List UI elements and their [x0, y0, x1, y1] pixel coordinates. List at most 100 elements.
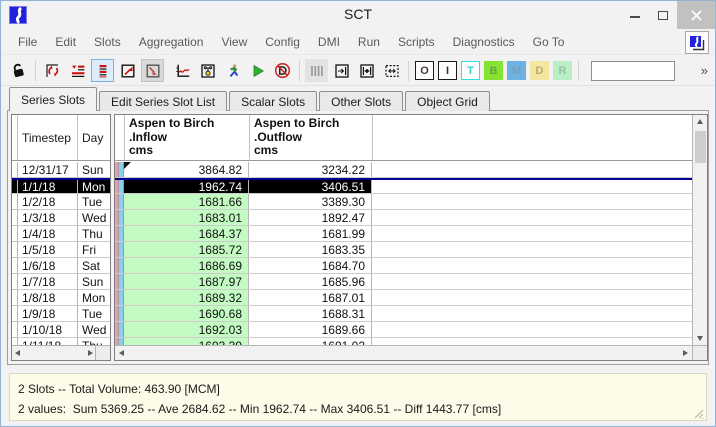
day-column-header[interactable]: Day: [78, 115, 110, 160]
scroll-up-icon[interactable]: [697, 119, 703, 124]
flag-button-m[interactable]: M: [507, 61, 526, 80]
menu-edit[interactable]: Edit: [46, 35, 85, 49]
slot-value-row[interactable]: 1693.391691.02: [115, 338, 692, 345]
day-cell[interactable]: Thu: [78, 226, 110, 241]
outflow-value-cell[interactable]: 3406.51: [249, 180, 372, 193]
inflow-value-cell[interactable]: 1693.39: [124, 338, 249, 345]
menu-go-to[interactable]: Go To: [524, 35, 574, 49]
insert-slot-button[interactable]: [141, 59, 164, 82]
vscroll-thumb[interactable]: [695, 131, 706, 163]
slot-pane-vscrollbar[interactable]: [692, 115, 707, 345]
day-cell[interactable]: Tue: [78, 306, 110, 321]
day-cell[interactable]: Wed: [78, 210, 110, 225]
slot-value-row[interactable]: 1685.721683.35: [115, 242, 692, 258]
menu-scripts[interactable]: Scripts: [389, 35, 444, 49]
menu-dmi[interactable]: DMI: [309, 35, 349, 49]
timestep-cell[interactable]: 1/10/18: [18, 322, 78, 337]
timestep-row[interactable]: 1/2/18Tue: [12, 194, 110, 210]
outflow-value-cell[interactable]: 3234.22: [249, 162, 372, 177]
timestep-row[interactable]: 1/7/18Sun: [12, 274, 110, 290]
timestep-row[interactable]: 12/31/17Sun: [12, 162, 110, 178]
timestep-row[interactable]: 1/11/18Thu: [12, 338, 110, 345]
outflow-value-cell[interactable]: 1681.99: [249, 226, 372, 241]
timestep-row[interactable]: 1/1/18Mon: [12, 178, 110, 194]
tab-other-slots[interactable]: Other Slots: [319, 91, 403, 111]
inflow-value-cell[interactable]: 1681.66: [124, 194, 249, 209]
menu-slots[interactable]: Slots: [85, 35, 130, 49]
scroll-down-icon[interactable]: [697, 336, 703, 341]
day-cell[interactable]: Wed: [78, 322, 110, 337]
expand-column-width-button[interactable]: [355, 59, 378, 82]
outflow-value-cell[interactable]: 1892.47: [249, 210, 372, 225]
resize-grip[interactable]: [692, 406, 704, 418]
timestep-row[interactable]: 1/5/18Fri: [12, 242, 110, 258]
synchronize-slots-button[interactable]: [41, 59, 64, 82]
timestep-cell[interactable]: 1/1/18: [18, 180, 78, 193]
tab-series-slots[interactable]: Series Slots: [9, 87, 97, 111]
outflow-value-cell[interactable]: 3389.30: [249, 194, 372, 209]
slot-value-row[interactable]: 3864.823234.22: [115, 162, 692, 178]
day-cell[interactable]: Sat: [78, 258, 110, 273]
inflow-value-cell[interactable]: 1685.72: [124, 242, 249, 257]
inflow-value-cell[interactable]: 1690.68: [124, 306, 249, 321]
menu-view[interactable]: View: [212, 35, 256, 49]
outflow-value-cell[interactable]: 1687.01: [249, 290, 372, 305]
slot-value-row[interactable]: 1686.691684.70: [115, 258, 692, 274]
tab-scalar-slots[interactable]: Scalar Slots: [229, 91, 317, 111]
menu-config[interactable]: Config: [256, 35, 309, 49]
slot-value-row[interactable]: 1962.743406.51: [115, 178, 692, 194]
outflow-value-cell[interactable]: 1691.02: [249, 338, 372, 345]
timestep-row[interactable]: 1/6/18Sat: [12, 258, 110, 274]
flag-button-t[interactable]: T: [461, 61, 480, 80]
tab-edit-series-slot-list[interactable]: Edit Series Slot List: [99, 91, 227, 111]
fit-column-width-button[interactable]: [330, 59, 353, 82]
timestep-cell[interactable]: 1/2/18: [18, 194, 78, 209]
sort-rows-button[interactable]: [66, 59, 89, 82]
timestep-marks-button[interactable]: [305, 59, 328, 82]
day-cell[interactable]: Fri: [78, 242, 110, 257]
inflow-value-cell[interactable]: 1687.97: [124, 274, 249, 289]
timestep-pane-hscrollbar[interactable]: [12, 345, 96, 360]
timestep-cell[interactable]: 1/5/18: [18, 242, 78, 257]
inflow-value-cell[interactable]: 1686.69: [124, 258, 249, 273]
timestep-column-header[interactable]: Timestep: [18, 115, 78, 160]
close-button[interactable]: [677, 1, 715, 29]
menu-run[interactable]: Run: [349, 35, 389, 49]
lock-open-button[interactable]: [7, 59, 30, 82]
menu-file[interactable]: File: [9, 35, 46, 49]
slot-value-row[interactable]: 1683.011892.47: [115, 210, 692, 226]
flag-button-d[interactable]: D: [530, 61, 549, 80]
slot-value-row[interactable]: 1684.371681.99: [115, 226, 692, 242]
inflow-value-cell[interactable]: 3864.82: [124, 162, 249, 177]
scroll-left-icon[interactable]: [15, 350, 20, 356]
fit-all-columns-button[interactable]: [380, 59, 403, 82]
slot-value-row[interactable]: 1689.321687.01: [115, 290, 692, 306]
flag-button-b[interactable]: B: [484, 61, 503, 80]
outflow-value-cell[interactable]: 1685.96: [249, 274, 372, 289]
flag-button-o[interactable]: O: [415, 61, 434, 80]
slot-value-row[interactable]: 1681.663389.30: [115, 194, 692, 210]
toolbar-overflow-chevron[interactable]: »: [701, 63, 707, 78]
timestep-row[interactable]: 1/4/18Thu: [12, 226, 110, 242]
slot-column-header-inflow[interactable]: Aspen to Birch .Inflow cms: [125, 115, 250, 160]
day-cell[interactable]: Sun: [78, 274, 110, 289]
day-cell[interactable]: Thu: [78, 338, 110, 345]
scroll-right-icon[interactable]: [683, 350, 688, 356]
minimize-button[interactable]: [621, 1, 649, 29]
timestep-cell[interactable]: 1/6/18: [18, 258, 78, 273]
timestep-cell[interactable]: 1/4/18: [18, 226, 78, 241]
row-view-button[interactable]: [91, 59, 114, 82]
flag-button-i[interactable]: I: [438, 61, 457, 80]
slot-value-row[interactable]: 1690.681688.31: [115, 306, 692, 322]
timestep-row[interactable]: 1/3/18Wed: [12, 210, 110, 226]
plot-slots-button[interactable]: [171, 59, 194, 82]
inflow-value-cell[interactable]: 1962.74: [124, 180, 249, 193]
slot-value-row[interactable]: 1687.971685.96: [115, 274, 692, 290]
timestep-cell[interactable]: 1/7/18: [18, 274, 78, 289]
scroll-left-icon[interactable]: [119, 350, 124, 356]
outflow-value-cell[interactable]: 1689.66: [249, 322, 372, 337]
timestep-cell[interactable]: 1/3/18: [18, 210, 78, 225]
slot-value-row[interactable]: 1692.031689.66: [115, 322, 692, 338]
timestep-cell[interactable]: 1/9/18: [18, 306, 78, 321]
outflow-value-cell[interactable]: 1688.31: [249, 306, 372, 321]
